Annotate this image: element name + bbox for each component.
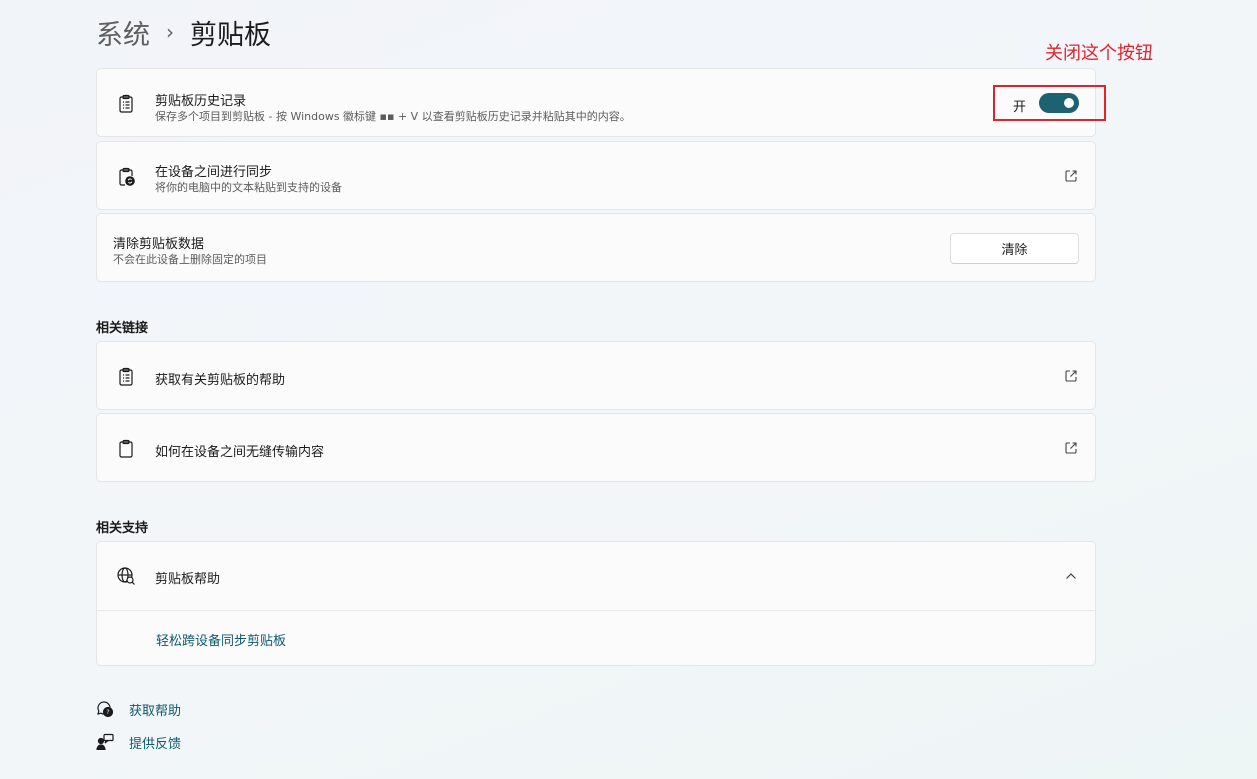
help-link-label: 获取有关剪贴板的帮助 bbox=[155, 373, 286, 388]
breadcrumb-separator: › bbox=[166, 20, 174, 44]
clipboard-list-icon bbox=[116, 94, 136, 114]
related-support-heading: 相关支持 bbox=[96, 521, 149, 536]
clipboard-history-title: 剪贴板历史记录 bbox=[155, 94, 247, 109]
transfer-link-card[interactable]: 如何在设备之间无缝传输内容 bbox=[96, 413, 1096, 482]
clipboard-help-header[interactable]: 剪贴板帮助 bbox=[97, 542, 1095, 610]
clear-clipboard-description: 不会在此设备上删除固定的项目 bbox=[113, 253, 267, 266]
clipboard-list-icon bbox=[116, 367, 136, 387]
related-links-heading: 相关链接 bbox=[96, 321, 149, 336]
clipboard-icon bbox=[116, 439, 136, 459]
clipboard-sync-icon bbox=[116, 167, 136, 187]
chevron-up-icon bbox=[1064, 569, 1078, 583]
clear-clipboard-title: 清除剪贴板数据 bbox=[113, 237, 205, 252]
clipboard-history-card: 剪贴板历史记录 保存多个项目到剪贴板 - 按 Windows 徽标键 ▪▪ + … bbox=[96, 68, 1096, 137]
clear-button[interactable]: 清除 bbox=[950, 233, 1079, 264]
svg-text:?: ? bbox=[106, 709, 109, 716]
clipboard-help-expander: 剪贴板帮助 轻松跨设备同步剪贴板 bbox=[96, 541, 1096, 666]
annotation-text: 关闭这个按钮 bbox=[1045, 43, 1153, 64]
globe-search-icon bbox=[116, 566, 136, 586]
sync-devices-description: 将你的电脑中的文本粘贴到支持的设备 bbox=[155, 181, 342, 194]
external-link-icon bbox=[1064, 369, 1078, 383]
transfer-link-label: 如何在设备之间无缝传输内容 bbox=[155, 445, 325, 460]
help-chat-icon: ? bbox=[96, 700, 114, 718]
feedback-label: 提供反馈 bbox=[129, 736, 182, 752]
expander-divider bbox=[97, 610, 1095, 611]
sync-clipboard-link[interactable]: 轻松跨设备同步剪贴板 bbox=[156, 630, 286, 649]
external-link-icon bbox=[1064, 169, 1078, 183]
clipboard-help-title: 剪贴板帮助 bbox=[155, 572, 221, 587]
clear-clipboard-card: 清除剪贴板数据 不会在此设备上删除固定的项目 清除 bbox=[96, 213, 1096, 282]
help-link-card[interactable]: 获取有关剪贴板的帮助 bbox=[96, 341, 1096, 410]
sync-devices-card[interactable]: 在设备之间进行同步 将你的电脑中的文本粘贴到支持的设备 bbox=[96, 141, 1096, 210]
sync-devices-title: 在设备之间进行同步 bbox=[155, 165, 273, 180]
feedback-link[interactable]: 提供反馈 bbox=[96, 732, 181, 752]
get-help-link[interactable]: ? 获取帮助 bbox=[96, 699, 181, 719]
get-help-label: 获取帮助 bbox=[129, 703, 182, 719]
external-link-icon bbox=[1064, 441, 1078, 455]
page-title: 剪贴板 bbox=[190, 19, 271, 51]
feedback-icon bbox=[96, 733, 114, 751]
breadcrumb: 系统 › 剪贴板 bbox=[96, 12, 271, 52]
breadcrumb-system-link[interactable]: 系统 bbox=[96, 13, 150, 52]
annotation-highlight-box bbox=[993, 85, 1106, 121]
clipboard-history-description: 保存多个项目到剪贴板 - 按 Windows 徽标键 ▪▪ + V 以查看剪贴板… bbox=[155, 110, 631, 123]
